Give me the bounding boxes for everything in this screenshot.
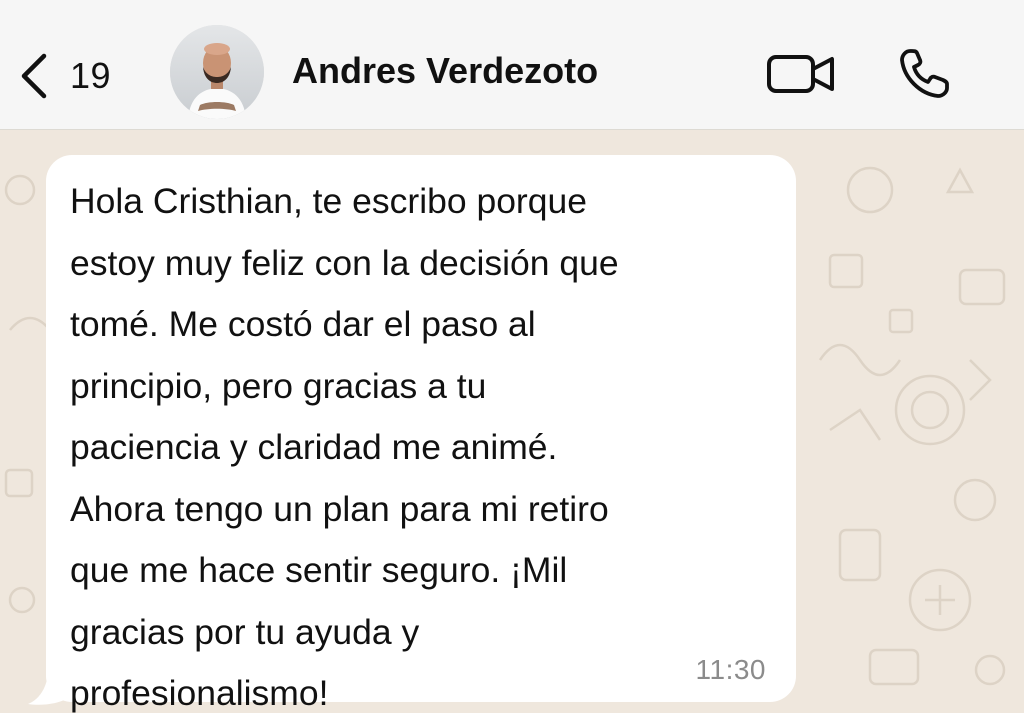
message-text: Hola Cristhian, te escribo porque estoy … [70,181,619,713]
unread-count: 19 [70,55,112,96]
chat-area[interactable]: Hola Cristhian, te escribo porque estoy … [0,130,1024,713]
message-timestamp: 11:30 [695,654,766,685]
bubble-tail [28,674,68,705]
phone-icon [898,49,952,104]
back-button[interactable]: 19 [18,48,148,104]
avatar[interactable] [170,25,264,119]
contact-name[interactable]: Andres Verdezoto [292,50,598,92]
message-bubble[interactable]: Hola Cristhian, te escribo porque estoy … [46,155,796,713]
chat-header: 19 Andres Verdezoto [0,0,1024,130]
voice-call-button[interactable] [898,46,952,100]
video-call-button[interactable] [766,52,838,96]
video-camera-icon [766,55,838,100]
chevron-left-icon [18,52,48,100]
